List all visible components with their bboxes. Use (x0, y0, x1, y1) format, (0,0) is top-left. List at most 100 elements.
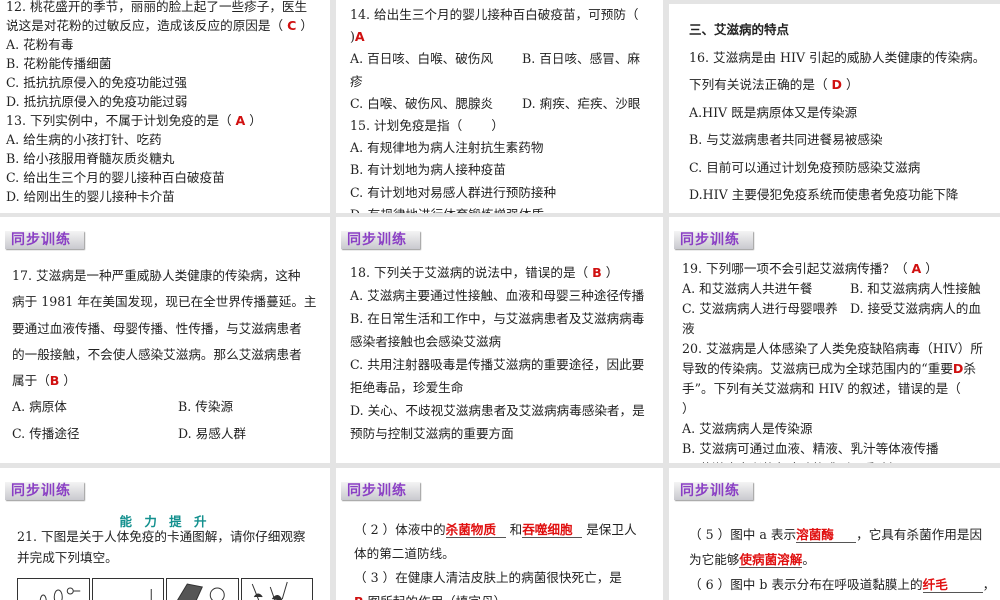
text-segment: D. 关心、不歧视艾滋病患者及艾滋病病毒感染者，是 (350, 403, 645, 418)
text-line: 属于（B ） (12, 368, 330, 394)
text-segment: A. 有规律地为病人注射抗生素药物 (350, 140, 544, 156)
text-line: 疹 (350, 71, 663, 93)
text-segment: 说这是对花粉的过敏反应，造成该反应的原因是（ (6, 18, 288, 33)
slide-panel-7[interactable]: 同步训练能 力 提 升 21. 下图是关于人体免疫的卡通图解，请你仔细观察 并完成下… (0, 468, 330, 600)
text-segment: ， (982, 577, 996, 592)
fill-blank-answer: 溶菌酶 (796, 528, 857, 543)
section-badge: 同步训练 (674, 482, 753, 500)
text-segment: 20. 艾滋病是人体感染了人类免疫缺陷病毒（HIV）所 (682, 341, 983, 356)
text-segment: B. 艾滋病可通过血液、精液、乳汁等体液传播 (682, 441, 939, 456)
text-line: D. 给刚出生的婴儿接种卡介苗 (6, 187, 330, 206)
text-segment: 17. 艾滋病是一种严重威胁人类健康的传染病，这种 (12, 268, 301, 283)
text-segment: （ 2 ）体液中的 (354, 522, 446, 537)
text-line: 要通过血液传播、母婴传播、性传播，与艾滋病患者 (12, 316, 330, 342)
text-segment: 属于（ (12, 373, 50, 389)
text-line: 12. 桃花盛开的季节，丽丽的脸上起了一些疹子，医生 (6, 0, 330, 16)
text-line: 14. 给出生三个月的婴儿接种百白破疫苗，可预防（ (350, 4, 663, 26)
text-segment: A. 艾滋病主要通过性接触、血液和母婴三种途径传播 (350, 288, 645, 303)
text-segment: 13. 下列实例中，不属于计划免疫的是（ (6, 113, 236, 128)
answer-mark: A (354, 29, 365, 45)
text-segment: C. 抵抗抗原侵入的免疫功能过强 (6, 75, 187, 90)
text-segment: 12. 桃花盛开的季节，丽丽的脸上起了一些疹子，医生 (6, 0, 308, 14)
text-segment: 21. 下图是关于人体免疫的卡通图解，请你仔细观察 (17, 529, 306, 544)
immunity-cartoon-strip (17, 578, 313, 600)
text-segment: C. 艾滋病病人进行母婴喂养 (682, 301, 838, 316)
text-segment: 的一般接触，不会使人感染艾滋病。那么艾滋病患者 (12, 346, 302, 362)
text-segment: D. 有规律地进行体育锻炼增强体质 (350, 207, 544, 213)
text-segment: 液 (682, 321, 695, 336)
text-line: A. 给生病的小孩打针、吃药 (6, 130, 330, 149)
question-text: 17. 艾滋病是一种严重威胁人类健康的传染病，这种 病于 1981 年在美国发现，… (12, 263, 330, 447)
text-line: C. 抵抗抗原侵入的免疫功能过强 (6, 73, 330, 92)
slide-panel-3[interactable]: 三、艾滋病的特点 16. 艾滋病是由 HIV 引起的威胁人类健康的传染病。 下列有关… (669, 4, 1000, 213)
answer-mark: A (911, 261, 922, 276)
text-segment: 导致的传染病。艾滋病已成为全球范围内的“重要 (682, 361, 953, 376)
cartoon-frame (91, 578, 164, 600)
text-line: 21. 下图是关于人体免疫的卡通图解，请你仔细观察 (17, 526, 330, 547)
text-line: 为它能够使病菌溶解。 (689, 547, 1000, 572)
text-segment: C. 目前可以通过计划免疫预防感染艾滋病 (689, 159, 921, 175)
option-right-column: B. 传染源 (178, 399, 234, 415)
text-line: 拒绝毒品，珍爱生命 (350, 376, 663, 399)
text-segment: ，它具有杀菌作用是因 (856, 527, 983, 542)
text-line: C. 有计划地对易感人群进行预防接种 (350, 182, 663, 204)
answer-mark: C (287, 18, 297, 33)
text-segment: D.HIV 主要侵犯免疫系统而使患者免疫功能下降 (689, 187, 959, 202)
text-line: D. 有规律地进行体育锻炼增强体质 (350, 204, 663, 213)
text-segment: ） (245, 113, 262, 128)
fill-blank-answer: 纤毛 (922, 578, 983, 593)
text-line: )A (350, 26, 663, 48)
text-line: B. 有计划地为病人接种疫苗 (350, 159, 663, 181)
text-line: B 图所起的作用（填字母）。 (354, 590, 663, 600)
text-line: 手”。下列有关艾滋病和 HIV 的叙述，错误的是（ (682, 379, 1000, 399)
text-line: C. 白喉、破伤风、腮腺炎 D. 痢疾、疟疾、沙眼 (350, 93, 663, 115)
slide-panel-4[interactable]: 同步训练 17. 艾滋病是一种严重威胁人类健康的传染病，这种 病于 1981 年在美… (0, 217, 330, 463)
slide-panel-1[interactable]: 12. 桃花盛开的季节，丽丽的脸上起了一些疹子，医生 说这是对花粉的过敏反应，造成… (0, 0, 330, 213)
text-segment: 疹 (350, 73, 363, 89)
section-badge: 同步训练 (5, 231, 84, 249)
option-right-column: D. 接受艾滋病病人的血 (850, 301, 981, 316)
text-line: D.HIV 主要侵犯免疫系统而使患者免疫功能下降 (689, 181, 1000, 209)
text-line: C. 艾滋病患者的免疫功能遭到严重破坏 (682, 459, 1000, 463)
text-line: 并完成下列填空。 (17, 547, 330, 568)
text-segment: 19. 下列哪一项不会引起艾滋病传播？（ (682, 261, 912, 276)
text-segment: ） (682, 401, 695, 416)
text-segment: 杀 (963, 361, 976, 376)
slide-panel-9[interactable]: 同步训练（ 5 ）图中 a 表示溶菌酶 ，它具有杀菌作用是因 为它能够使病菌溶解。（… (669, 468, 1000, 600)
text-segment: 为它能够 (689, 552, 740, 567)
slide-panel-2[interactable]: 14. 给出生三个月的婴儿接种百白破疫苗，可预防（ )A A. 百日咳、白喉、破伤… (336, 0, 663, 213)
text-segment: （ 6 ）图中 b 表示分布在呼吸道黏膜上的 (689, 577, 923, 592)
text-line: B. 艾滋病可通过血液、精液、乳汁等体液传播 (682, 439, 1000, 459)
text-segment: B. 在日常生活和工作中，与艾滋病患者及艾滋病病毒 (350, 311, 645, 326)
option-right-column: B. 和艾滋病病人性接触 (850, 281, 981, 296)
text-segment: A. 病原体 (12, 399, 67, 415)
text-line: 预防与控制艾滋病的重要方面 (350, 422, 663, 445)
slide-panel-5[interactable]: 同步训练 18. 下列关于艾滋病的说法中，错误的是（ B ） A. 艾滋病主要通过性… (336, 217, 663, 463)
text-line: 16. 艾滋病是由 HIV 引起的威胁人类健康的传染病。 (689, 44, 1000, 72)
text-line: B. 花粉能传播细菌 (6, 54, 330, 73)
text-line: 导致的传染病。艾滋病已成为全球范围内的“重要D杀 (682, 359, 1000, 379)
text-line: 18. 下列关于艾滋病的说法中，错误的是（ B ） (350, 261, 663, 284)
question-text: 三、艾滋病的特点 16. 艾滋病是由 HIV 引起的威胁人类健康的传染病。 下列有关… (689, 16, 1000, 209)
slide-panel-6[interactable]: 同步训练 19. 下列哪一项不会引起艾滋病传播？（ A ） A. 和艾滋病人共进午餐… (669, 217, 1000, 463)
text-segment: 是保卫人 (582, 522, 637, 537)
text-segment: 18. 下列关于艾滋病的说法中，错误的是（ (350, 265, 593, 280)
text-segment: C. 白喉、破伤风、腮腺炎 (350, 95, 494, 111)
text-segment: ） (921, 261, 938, 276)
text-segment: B. 有计划地为病人接种疫苗 (350, 162, 506, 178)
answer-mark: B (592, 265, 602, 280)
answer-mark: B (49, 373, 60, 389)
text-segment: 和 (505, 522, 523, 537)
text-segment: 15. 计划免疫是指（ ） (350, 117, 504, 133)
text-segment: 手”。下列有关艾滋病和 HIV 的叙述，错误的是（ (682, 381, 961, 396)
text-segment: ） (842, 77, 859, 92)
answer-mark: D (831, 77, 843, 92)
question-text: 18. 下列关于艾滋病的说法中，错误的是（ B ） A. 艾滋病主要通过性接触、血… (350, 261, 663, 445)
question-text: 21. 下图是关于人体免疫的卡通图解，请你仔细观察并完成下列填空。 (17, 526, 330, 568)
slide-panel-8[interactable]: 同步训练 （ 2 ）体液中的杀菌物质 和吞噬细胞 是保卫人 体的第二道防线。 （ 3 … (336, 468, 663, 600)
text-segment: A. 花粉有毒 (6, 37, 74, 52)
text-line: A. 和艾滋病人共进午餐 B. 和艾滋病病人性接触 (682, 279, 1000, 299)
question-text: （ 5 ）图中 a 表示溶菌酶 ，它具有杀菌作用是因 为它能够使病菌溶解。（ 6 ）… (689, 522, 1000, 597)
text-line: A. 花粉有毒 (6, 35, 330, 54)
text-line: A. 艾滋病主要通过性接触、血液和母婴三种途径传播 (350, 284, 663, 307)
